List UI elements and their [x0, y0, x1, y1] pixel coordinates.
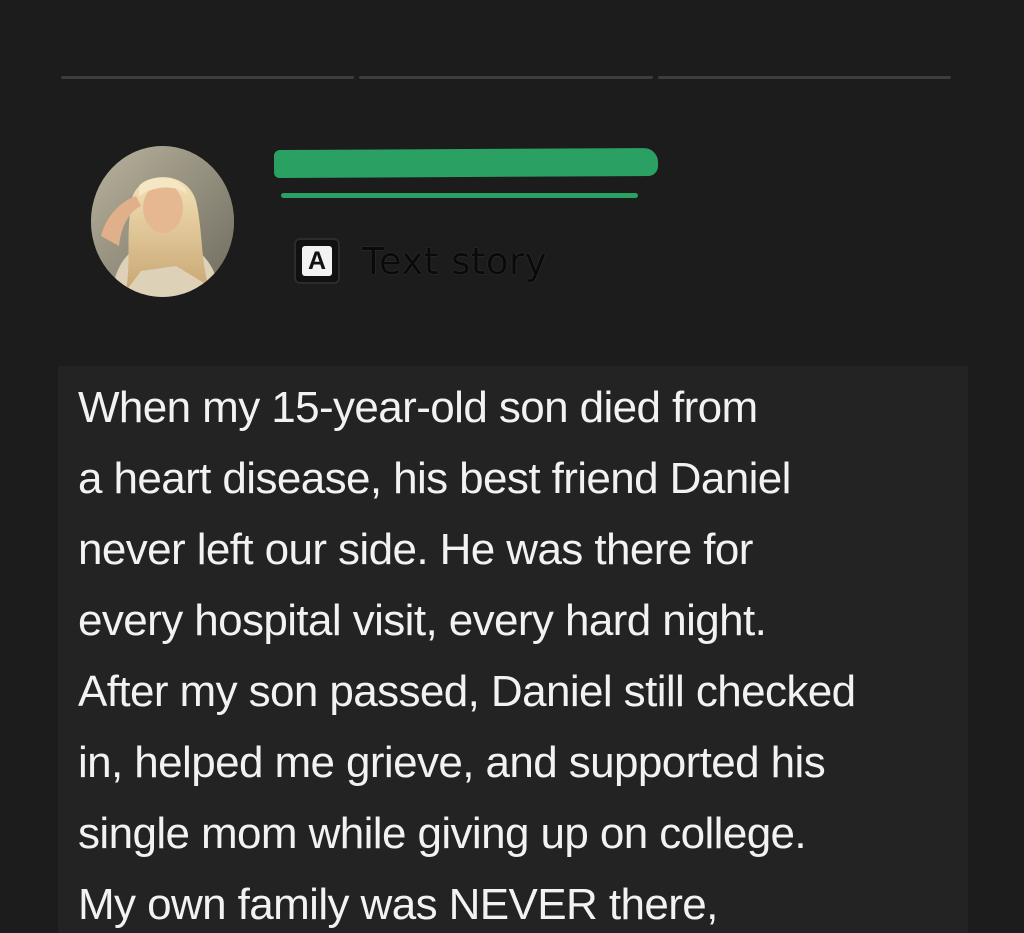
story-progress-bar	[61, 76, 951, 80]
username-redaction	[273, 147, 659, 179]
story-line: in, helped me grieve, and supported his	[78, 738, 826, 787]
progress-segment	[61, 76, 355, 79]
subtitle-redaction	[281, 193, 638, 198]
avatar[interactable]	[91, 146, 234, 297]
story-body: When my 15-year-old son died from a hear…	[78, 372, 978, 933]
story-type-badge: A Text story	[294, 238, 547, 284]
story-line: never left our side. He was there for	[78, 525, 753, 574]
story-viewer: A Text story When my 15-year-old son die…	[0, 0, 1024, 933]
story-line: My own family was NEVER there,	[78, 880, 718, 929]
story-line: When my 15-year-old son died from	[78, 383, 758, 432]
story-type-label: Text story	[362, 239, 548, 283]
story-line: single mom while giving up on college.	[78, 809, 807, 858]
type-icon-letter: A	[302, 246, 332, 276]
story-line: every hospital visit, every hard night.	[78, 596, 767, 645]
progress-segment	[359, 76, 653, 79]
story-line: After my son passed, Daniel still checke…	[78, 667, 856, 716]
profile-photo-icon	[91, 146, 234, 297]
text-story-icon: A	[294, 238, 340, 284]
progress-segment	[657, 76, 951, 79]
story-line: a heart disease, his best friend Daniel	[78, 454, 791, 503]
